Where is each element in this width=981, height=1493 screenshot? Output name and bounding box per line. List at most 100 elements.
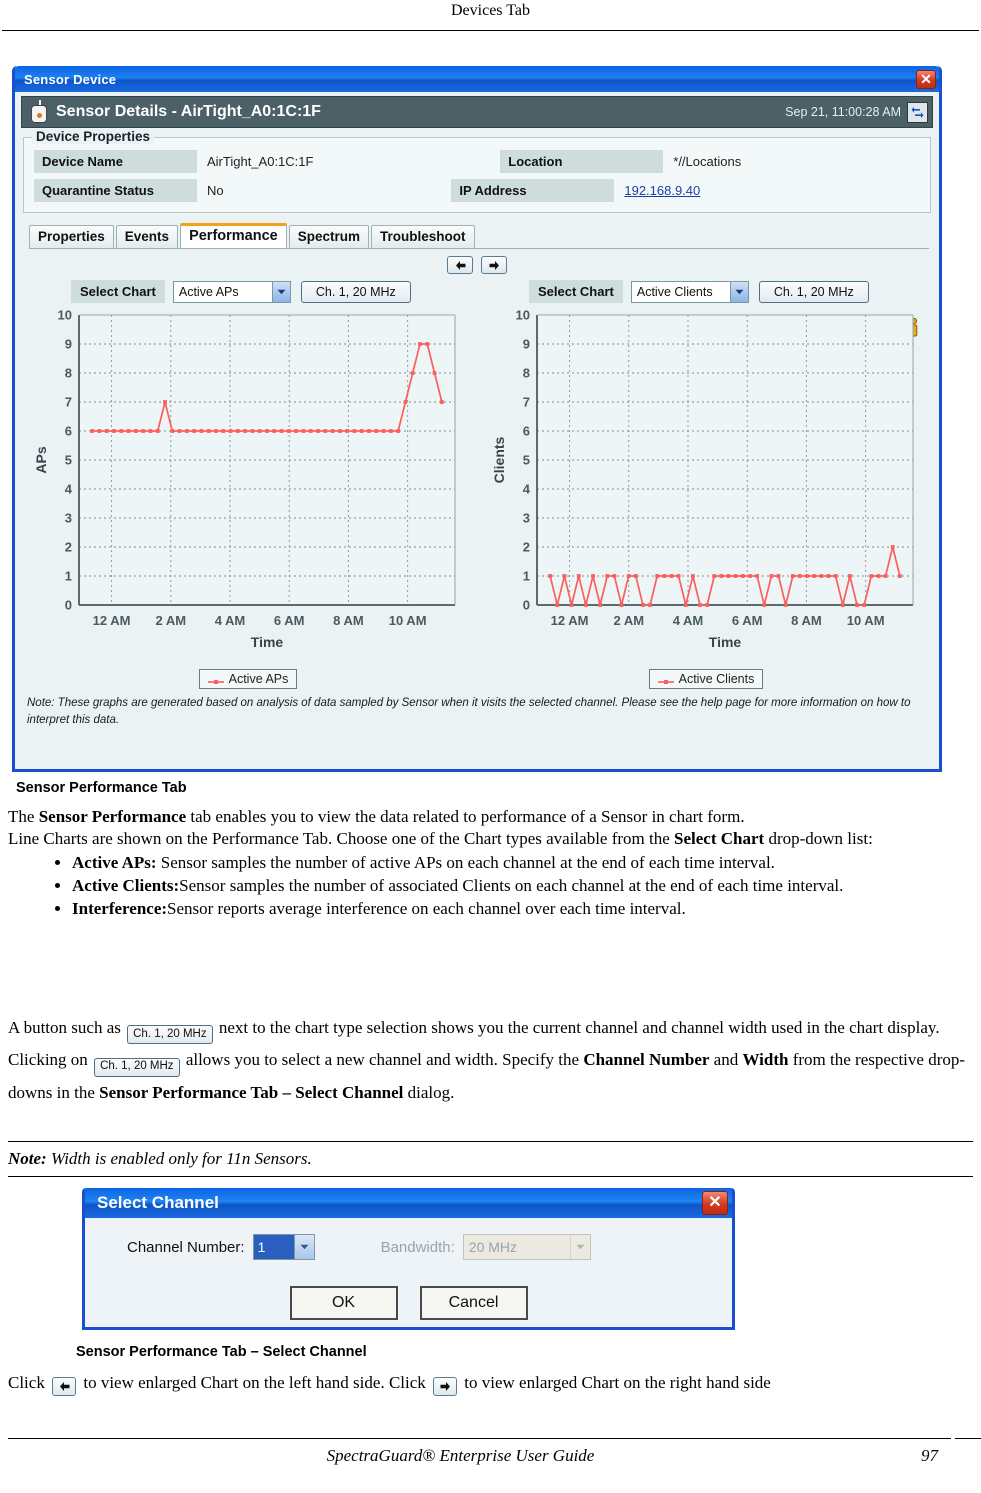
svg-text:3: 3 — [65, 511, 72, 526]
svg-text:5: 5 — [65, 453, 72, 468]
left-chart-type-select[interactable]: Active APs — [172, 280, 291, 303]
p2-lead: Line Charts are shown on the Performance… — [8, 829, 675, 849]
refresh-icon[interactable] — [907, 101, 928, 123]
legend-marker-icon — [657, 675, 674, 684]
p3-mid2: allows you to select a new channel and w… — [181, 1050, 584, 1070]
tab-properties[interactable]: Properties — [29, 225, 114, 248]
svg-text:Time: Time — [251, 634, 284, 650]
inline-next-button[interactable] — [433, 1377, 458, 1396]
device-properties-legend: Device Properties — [32, 129, 155, 144]
chevron-down-icon — [293, 1235, 314, 1259]
inline-channel-button-2[interactable]: Ch. 1, 20 MHz — [94, 1057, 180, 1077]
svg-text:0: 0 — [65, 598, 72, 613]
svg-text:8: 8 — [65, 366, 72, 381]
table-row: Quarantine Status No IP Address 192.168.… — [34, 179, 920, 202]
p1-tail: tab enables you to view the data related… — [186, 807, 745, 826]
left-channel-button[interactable]: Ch. 1, 20 MHz — [300, 280, 411, 303]
chart-nav-buttons — [15, 256, 939, 274]
close-icon[interactable]: ✕ — [916, 69, 936, 89]
charts-area: Select Chart Active APs Ch. 1, 20 MHz 0 1… — [15, 274, 939, 665]
bandwidth-value: 20 MHz — [468, 1239, 518, 1255]
page-footer: SpectraGuard® Enterprise User Guide 97 — [0, 1446, 981, 1466]
right-chart-controls: Select Chart Active Clients Ch. 1, 20 MH… — [529, 280, 935, 303]
right-chart-type-select[interactable]: Active Clients — [630, 280, 749, 303]
ok-button[interactable]: OK — [289, 1286, 398, 1320]
right-select-chart-label: Select Chart — [529, 280, 623, 303]
note-block: Note: Width is enabled only for 11n Sens… — [8, 1135, 973, 1183]
inline-channel-button-1[interactable]: Ch. 1, 20 MHz — [127, 1025, 213, 1045]
p3-bold1: Channel Number — [583, 1050, 710, 1070]
chart-legends: Active APs Active Clients — [15, 669, 939, 689]
p3-lead: A button such as — [8, 1018, 126, 1037]
note-label: Note: — [8, 1149, 47, 1168]
running-head: Devices Tab — [0, 0, 981, 30]
bullet2-text: Sensor samples the number of associated … — [179, 876, 844, 896]
chart-note: Note: These graphs are generated based o… — [27, 697, 911, 726]
svg-text:6: 6 — [523, 424, 530, 439]
left-plot: 0 1 2 3 4 5 6 7 8 9 10 12 AM 2 AM 4 AM 6 AM 8 AM 10 AM AP… — [33, 305, 477, 665]
device-properties-panel: Device Properties Device Name AirTight_A… — [23, 129, 931, 213]
timestamp: Sep 21, 11:00:28 AM — [785, 105, 901, 119]
tab-events[interactable]: Events — [115, 225, 179, 248]
ip-address-link[interactable]: 192.168.9.40 — [614, 179, 920, 202]
svg-text:12 AM: 12 AM — [93, 613, 131, 628]
quarantine-status-value: No — [207, 183, 224, 198]
right-legend-label: Active Clients — [678, 672, 755, 686]
right-channel-button[interactable]: Ch. 1, 20 MHz — [758, 280, 869, 303]
svg-text:10: 10 — [58, 308, 72, 323]
legend-marker-icon — [207, 675, 224, 684]
svg-text:12 AM: 12 AM — [551, 613, 589, 628]
header-divider — [2, 30, 979, 31]
left-legend: Active APs — [198, 669, 298, 689]
dialog-close-icon[interactable]: ✕ — [702, 1191, 728, 1215]
select-channel-dialog: Select Channel ✕ Channel Number: 1 Bandw… — [82, 1188, 735, 1330]
tab-performance[interactable]: Performance — [180, 223, 287, 248]
svg-text:1: 1 — [65, 569, 72, 584]
channel-number-select[interactable]: 1 — [252, 1234, 315, 1260]
svg-text:4 AM: 4 AM — [215, 613, 246, 628]
left-chart-type-value: Active APs — [178, 284, 239, 299]
paragraph-2: Line Charts are shown on the Performance… — [8, 828, 968, 850]
p3-bold2: Width — [742, 1050, 789, 1070]
svg-text:5: 5 — [523, 453, 530, 468]
paragraph-1: The Sensor Performance tab enables you t… — [8, 806, 968, 828]
bandwidth-select: 20 MHz — [462, 1234, 591, 1260]
cancel-button[interactable]: Cancel — [419, 1286, 528, 1320]
note-bottom-rule — [8, 1176, 973, 1178]
bullet2-term: Active Clients: — [72, 876, 180, 896]
inline-prev-button[interactable] — [52, 1377, 77, 1396]
svg-text:4: 4 — [523, 482, 531, 497]
dialog-fields-row: Channel Number: 1 Bandwidth: 20 MHz — [85, 1234, 732, 1260]
table-row: Device Name AirTight_A0:1C:1F Location *… — [34, 150, 920, 173]
svg-text:8 AM: 8 AM — [791, 613, 822, 628]
sensor-details-header: Sensor Details - AirTight_A0:1C:1F Sep 2… — [21, 96, 933, 128]
note-text: Width is enabled only for 11n Sensors. — [46, 1149, 312, 1168]
tab-bar: Properties Events Performance Spectrum T… — [29, 223, 939, 248]
tab-troubleshoot[interactable]: Troubleshoot — [371, 225, 475, 248]
p4-tail: to view enlarged Chart on the right hand… — [460, 1373, 771, 1392]
svg-text:3: 3 — [523, 511, 530, 526]
footer-rule-page — [955, 1438, 981, 1439]
footer-rule — [8, 1438, 951, 1439]
left-chart-panel: Select Chart Active APs Ch. 1, 20 MHz 0 1… — [19, 274, 477, 665]
left-chart-controls: Select Chart Active APs Ch. 1, 20 MHz — [71, 280, 477, 303]
next-chart-button[interactable] — [481, 256, 507, 274]
list-item: Active Clients:Sensor samples the number… — [72, 875, 968, 897]
svg-text:10: 10 — [516, 308, 530, 323]
channel-number-value: 1 — [253, 1235, 294, 1259]
tab-bar-divider — [29, 248, 929, 249]
list-item: Interference:Sensor reports average inte… — [72, 898, 968, 920]
tab-spectrum[interactable]: Spectrum — [288, 225, 369, 248]
prev-chart-button[interactable] — [447, 256, 473, 274]
right-plot: 0 1 2 3 4 5 6 7 8 9 10 12 AM 2 AM 4 AM 6 AM 8 AM 10 AM Cl… — [491, 305, 935, 665]
sensor-details-title: Sensor Details - AirTight_A0:1C:1F — [56, 103, 321, 120]
p1-lead: The — [8, 807, 39, 826]
svg-text:6: 6 — [65, 424, 72, 439]
sensor-icon — [28, 100, 50, 124]
svg-text:Time: Time — [709, 634, 742, 650]
svg-text:4: 4 — [65, 482, 73, 497]
p2-tail: drop-down list: — [764, 829, 873, 849]
right-chart-type-value: Active Clients — [636, 284, 713, 299]
p3-and: and — [709, 1050, 743, 1070]
page-number: 97 — [921, 1446, 938, 1465]
